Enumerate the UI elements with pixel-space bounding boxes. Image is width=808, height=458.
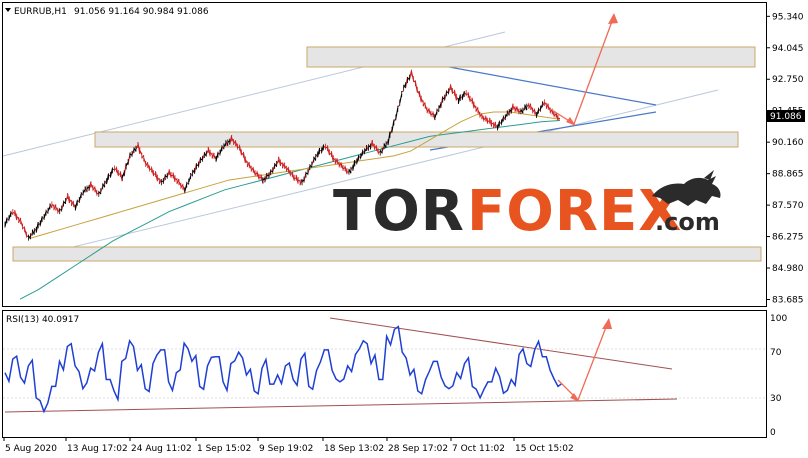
logo-text-com: .com (655, 208, 720, 236)
x-tick-label: 18 Sep 13:02 (324, 444, 384, 454)
ohlc-values: 91.056 91.164 90.984 91.086 (74, 7, 209, 17)
x-tick-label: 24 Aug 11:02 (131, 444, 192, 454)
x-tick-label: 28 Sep 17:02 (388, 444, 448, 454)
rsi-y-tick-label: 30 (770, 394, 782, 404)
symbol-label: EURRUB,H1 (14, 7, 67, 17)
rsi-y-tick-label: 70 (770, 348, 782, 358)
x-tick-label: 1 Sep 15:02 (197, 444, 251, 454)
price-y-tick-label: 92.750 (772, 75, 804, 85)
price-y-tick-label: 86.275 (772, 233, 804, 243)
rsi-y-tick-label: 0 (770, 428, 776, 438)
x-tick-label: 5 Aug 2020 (5, 444, 57, 454)
logo-text-forex: FOREX (467, 179, 682, 244)
resistance-zone (306, 46, 756, 68)
rsi-label: RSI(13) 40.0917 (6, 315, 79, 325)
current-price-text: 91.086 (770, 112, 802, 122)
price-y-tick-label: 83.685 (772, 296, 804, 306)
rsi-y-tick-label: 100 (770, 314, 787, 324)
price-y-tick-label: 90.160 (772, 138, 804, 148)
price-y-tick-label: 88.865 (772, 170, 804, 180)
price-y-tick-label: 87.570 (772, 201, 804, 211)
x-tick-label: 7 Oct 11:02 (452, 444, 505, 454)
current-price-tag: 91.086 (767, 110, 805, 122)
chart-canvas: TOR FOREX .com EURRUB,H1 91.056 91.164 9… (2, 2, 805, 454)
time-x-axis: 5 Aug 2020 13 Aug 17:02 24 Aug 11:02 1 Sep … (3, 437, 574, 454)
x-tick-label: 13 Aug 17:02 (67, 444, 128, 454)
rsi-panel-frame (2, 310, 767, 438)
rsi-y-axis: 100 70 30 0 (770, 314, 787, 438)
price-y-tick-label: 94.045 (772, 44, 804, 54)
lower-support-zone (12, 246, 762, 262)
torforex-logo: TOR FOREX .com (333, 170, 721, 244)
x-tick-label: 9 Sep 19:02 (259, 444, 313, 454)
price-y-axis: 95.34094.04592.75091.45590.16088.86587.5… (766, 12, 804, 306)
x-tick-label: 15 Oct 15:02 (515, 444, 574, 454)
logo-text-tor: TOR (333, 179, 465, 244)
price-y-tick-label: 95.340 (772, 12, 804, 22)
price-y-tick-label: 84.980 (772, 264, 804, 274)
